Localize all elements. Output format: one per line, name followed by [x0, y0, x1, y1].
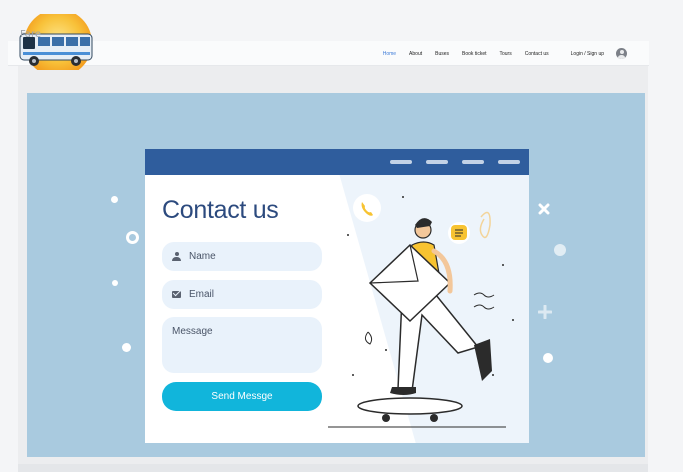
send-message-button[interactable]: Send Messge [162, 382, 322, 411]
message-placeholder: Message [172, 326, 213, 337]
top-navbar: Home About Buses Book ticket Tours Conta… [8, 41, 649, 66]
phone-icon [353, 194, 381, 222]
email-input[interactable]: Email [162, 280, 322, 309]
skateboard-icon [328, 397, 506, 428]
login-signup-link[interactable]: Login / Sign up [571, 51, 604, 57]
skater-with-envelope-illustration [328, 194, 514, 428]
decor-ring [126, 231, 139, 244]
decor-dot [554, 244, 566, 256]
contact-title: Contact us [162, 196, 279, 224]
contact-card: Contact us Name Email Message Send Messg… [145, 149, 529, 443]
logo-bus-icon[interactable] [18, 14, 94, 70]
message-textarea[interactable]: Message [162, 317, 322, 373]
header-dash [426, 160, 448, 164]
contact-hero: Contact us Name Email Message Send Messg… [27, 93, 645, 457]
name-placeholder: Name [189, 251, 216, 262]
decor-x-icon [538, 203, 550, 215]
user-avatar-icon[interactable] [616, 48, 627, 59]
person-icon [172, 252, 181, 261]
nav-book-ticket[interactable]: Book ticket [462, 51, 486, 57]
name-input[interactable]: Name [162, 242, 322, 271]
nav-contact-us[interactable]: Contact us [525, 51, 549, 57]
card-header-bar [145, 149, 529, 175]
nav-buses[interactable]: Buses [435, 51, 449, 57]
header-dash [390, 160, 412, 164]
chat-icon [448, 222, 470, 244]
header-dash [462, 160, 484, 164]
nav-home[interactable]: Home [383, 51, 396, 57]
nav-about[interactable]: About [409, 51, 422, 57]
footer-bar [18, 464, 648, 472]
logo-text: Fare [20, 29, 42, 40]
decor-dot [111, 196, 118, 203]
nav-links: Home About Buses Book ticket Tours Conta… [370, 41, 649, 66]
email-placeholder: Email [189, 289, 215, 300]
decor-dot [112, 280, 118, 286]
decor-dot [122, 343, 131, 352]
decor-plus-icon [538, 305, 552, 319]
decor-dot [543, 353, 553, 363]
mail-icon [172, 291, 181, 298]
header-dash [498, 160, 520, 164]
nav-tours[interactable]: Tours [500, 51, 512, 57]
